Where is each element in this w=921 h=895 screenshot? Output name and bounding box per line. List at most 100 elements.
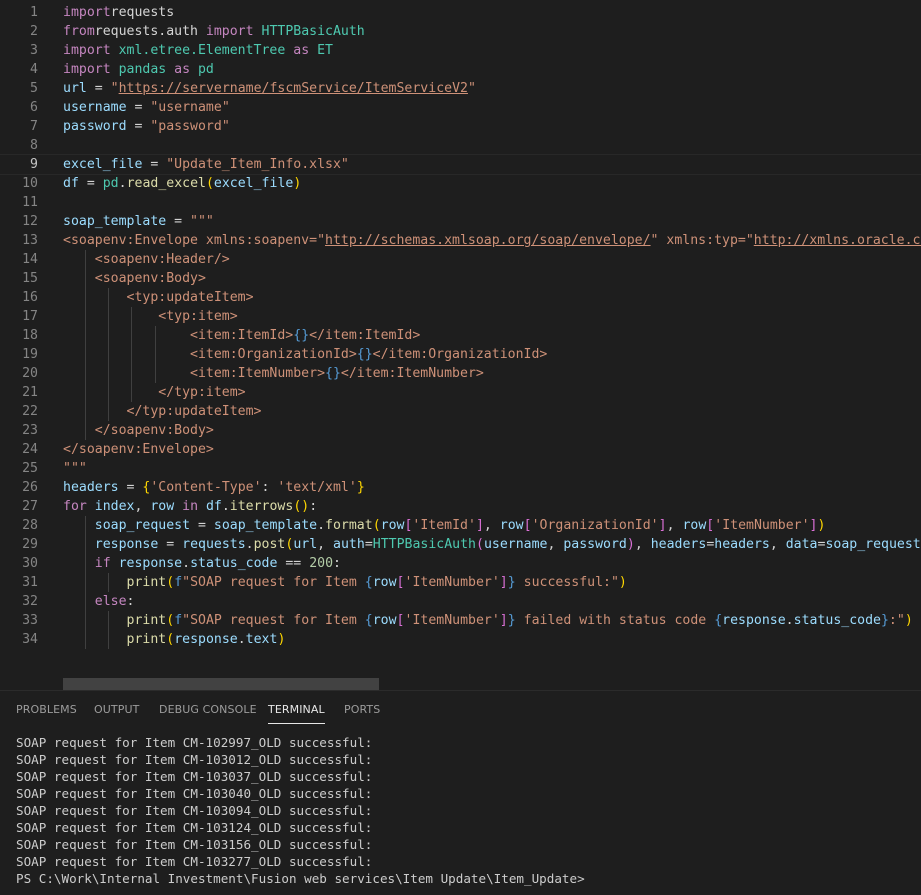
- tab-output[interactable]: OUTPUT: [94, 703, 139, 723]
- code-token: [63, 556, 95, 571]
- terminal-line: SOAP request for Item CM-103012_OLD succ…: [16, 751, 372, 768]
- code-token: =: [365, 537, 373, 552]
- code-text: fromrequests.auth import HTTPBasicAuth: [63, 22, 365, 41]
- code-line[interactable]: 1importrequests: [0, 3, 921, 22]
- indent-guide: [108, 573, 109, 592]
- code-token: }: [357, 480, 365, 495]
- code-line[interactable]: 3import xml.etree.ElementTree as ET: [0, 41, 921, 60]
- code-token: else: [95, 594, 127, 609]
- indent-guide: [131, 326, 132, 345]
- code-line[interactable]: 32 else:: [0, 592, 921, 611]
- horizontal-scrollbar[interactable]: [63, 678, 379, 690]
- code-line[interactable]: 8: [0, 136, 921, 155]
- line-number: 33: [0, 611, 38, 630]
- tab-ports[interactable]: PORTS: [344, 703, 380, 723]
- code-line[interactable]: 17 <typ:item>: [0, 307, 921, 326]
- line-number: 13: [0, 231, 38, 250]
- code-token: [63, 613, 127, 628]
- code-text: print(response.text): [63, 630, 285, 649]
- code-line[interactable]: 20 <item:ItemNumber>{}</item:ItemNumber>: [0, 364, 921, 383]
- code-token: (): [293, 499, 309, 514]
- code-token: text: [246, 632, 278, 647]
- code-line[interactable]: 7password = "password": [0, 117, 921, 136]
- line-number: 5: [0, 79, 38, 98]
- line-number: 9: [0, 155, 38, 174]
- code-line[interactable]: 21 </typ:item>: [0, 383, 921, 402]
- line-number: 34: [0, 630, 38, 649]
- code-line[interactable]: 30 if response.status_code == 200:: [0, 554, 921, 573]
- tab-debug-console[interactable]: DEBUG CONSOLE: [159, 703, 257, 723]
- indent-guide: [155, 364, 156, 383]
- code-token: df: [198, 499, 222, 514]
- code-line[interactable]: 14 <soapenv:Header/>: [0, 250, 921, 269]
- code-line[interactable]: 18 <item:ItemId>{}</item:ItemId>: [0, 326, 921, 345]
- code-token: [63, 632, 127, 647]
- code-line[interactable]: 25""": [0, 459, 921, 478]
- indent-guide: [85, 592, 86, 611]
- code-token: 'Content-Type': [150, 480, 261, 495]
- code-line[interactable]: 6username = "username": [0, 98, 921, 117]
- code-token: successful:": [516, 575, 619, 590]
- code-token: response: [111, 556, 182, 571]
- code-line[interactable]: 24</soapenv:Envelope>: [0, 440, 921, 459]
- code-text: soap_request = soap_template.format(row[…: [63, 516, 825, 535]
- line-number: 12: [0, 212, 38, 231]
- line-number: 23: [0, 421, 38, 440]
- code-token: (: [206, 176, 214, 191]
- code-token: HTTPBasicAuth: [254, 24, 365, 39]
- code-token: <typ:item>: [63, 309, 238, 324]
- code-line[interactable]: 12 soap_template = """: [0, 212, 921, 231]
- code-text: df = pd.read_excel(excel_file): [63, 174, 301, 193]
- code-token: excel_file: [214, 176, 293, 191]
- code-line[interactable]: 11: [0, 193, 921, 212]
- indent-guide: [85, 630, 86, 649]
- code-line[interactable]: 5url = "https://servername/fscmService/I…: [0, 79, 921, 98]
- code-line[interactable]: 28 soap_request = soap_template.format(r…: [0, 516, 921, 535]
- code-text: print(f"SOAP request for Item {row['Item…: [63, 611, 913, 630]
- line-number: 11: [0, 193, 38, 212]
- code-token: </item:OrganizationId>: [373, 347, 548, 362]
- code-line[interactable]: 15 <soapenv:Body>: [0, 269, 921, 288]
- code-token: response: [95, 537, 159, 552]
- code-line[interactable]: 22 </typ:updateItem>: [0, 402, 921, 421]
- code-line[interactable]: 19 <item:OrganizationId>{}</item:Organiz…: [0, 345, 921, 364]
- code-text: headers = {'Content-Type': 'text/xml'}: [63, 478, 365, 497]
- code-line[interactable]: 2fromrequests.auth import HTTPBasicAuth: [0, 22, 921, 41]
- code-editor[interactable]: 1importrequests2fromrequests.auth import…: [0, 0, 921, 690]
- code-line[interactable]: 34 print(response.text): [0, 630, 921, 649]
- indent-guide: [108, 326, 109, 345]
- indent-guide: [108, 345, 109, 364]
- indent-guide: [108, 383, 109, 402]
- code-line[interactable]: 27for index, row in df.iterrows():: [0, 497, 921, 516]
- code-token: headers: [714, 537, 770, 552]
- code-token: 'text/xml': [277, 480, 356, 495]
- code-text: password = "password": [63, 117, 230, 136]
- code-token: (: [166, 575, 174, 590]
- code-line[interactable]: 10df = pd.read_excel(excel_file): [0, 174, 921, 193]
- code-line[interactable]: 26headers = {'Content-Type': 'text/xml'}: [0, 478, 921, 497]
- code-text: soap_template = """: [63, 212, 214, 231]
- code-text: importrequests: [63, 3, 174, 22]
- code-token: """: [190, 214, 214, 229]
- code-token: pd: [103, 176, 119, 191]
- code-line[interactable]: 16 <typ:updateItem>: [0, 288, 921, 307]
- code-line[interactable]: 33 print(f"SOAP request for Item {row['I…: [0, 611, 921, 630]
- code-line[interactable]: 9excel_file = "Update_Item_Info.xlsx": [0, 155, 921, 174]
- code-token: }: [881, 613, 889, 628]
- code-text: print(f"SOAP request for Item {row['Item…: [63, 573, 627, 592]
- code-token: row: [381, 518, 405, 533]
- code-token: f: [174, 575, 182, 590]
- indent-guide: [85, 326, 86, 345]
- tab-terminal[interactable]: TERMINAL: [268, 703, 325, 724]
- tab-problems[interactable]: PROBLEMS: [16, 703, 77, 723]
- code-text: else:: [63, 592, 134, 611]
- code-line[interactable]: 13<soapenv:Envelope xmlns:soapenv="http:…: [0, 231, 921, 250]
- code-line[interactable]: 23 </soapenv:Body>: [0, 421, 921, 440]
- code-line[interactable]: 31 print(f"SOAP request for Item {row['I…: [0, 573, 921, 592]
- code-token: 'ItemNumber': [714, 518, 809, 533]
- code-line[interactable]: 29 response = requests.post(url, auth=HT…: [0, 535, 921, 554]
- line-number: 4: [0, 60, 38, 79]
- code-token: f: [174, 613, 182, 628]
- code-line[interactable]: 4import pandas as pd: [0, 60, 921, 79]
- code-token: </typ:item>: [63, 385, 246, 400]
